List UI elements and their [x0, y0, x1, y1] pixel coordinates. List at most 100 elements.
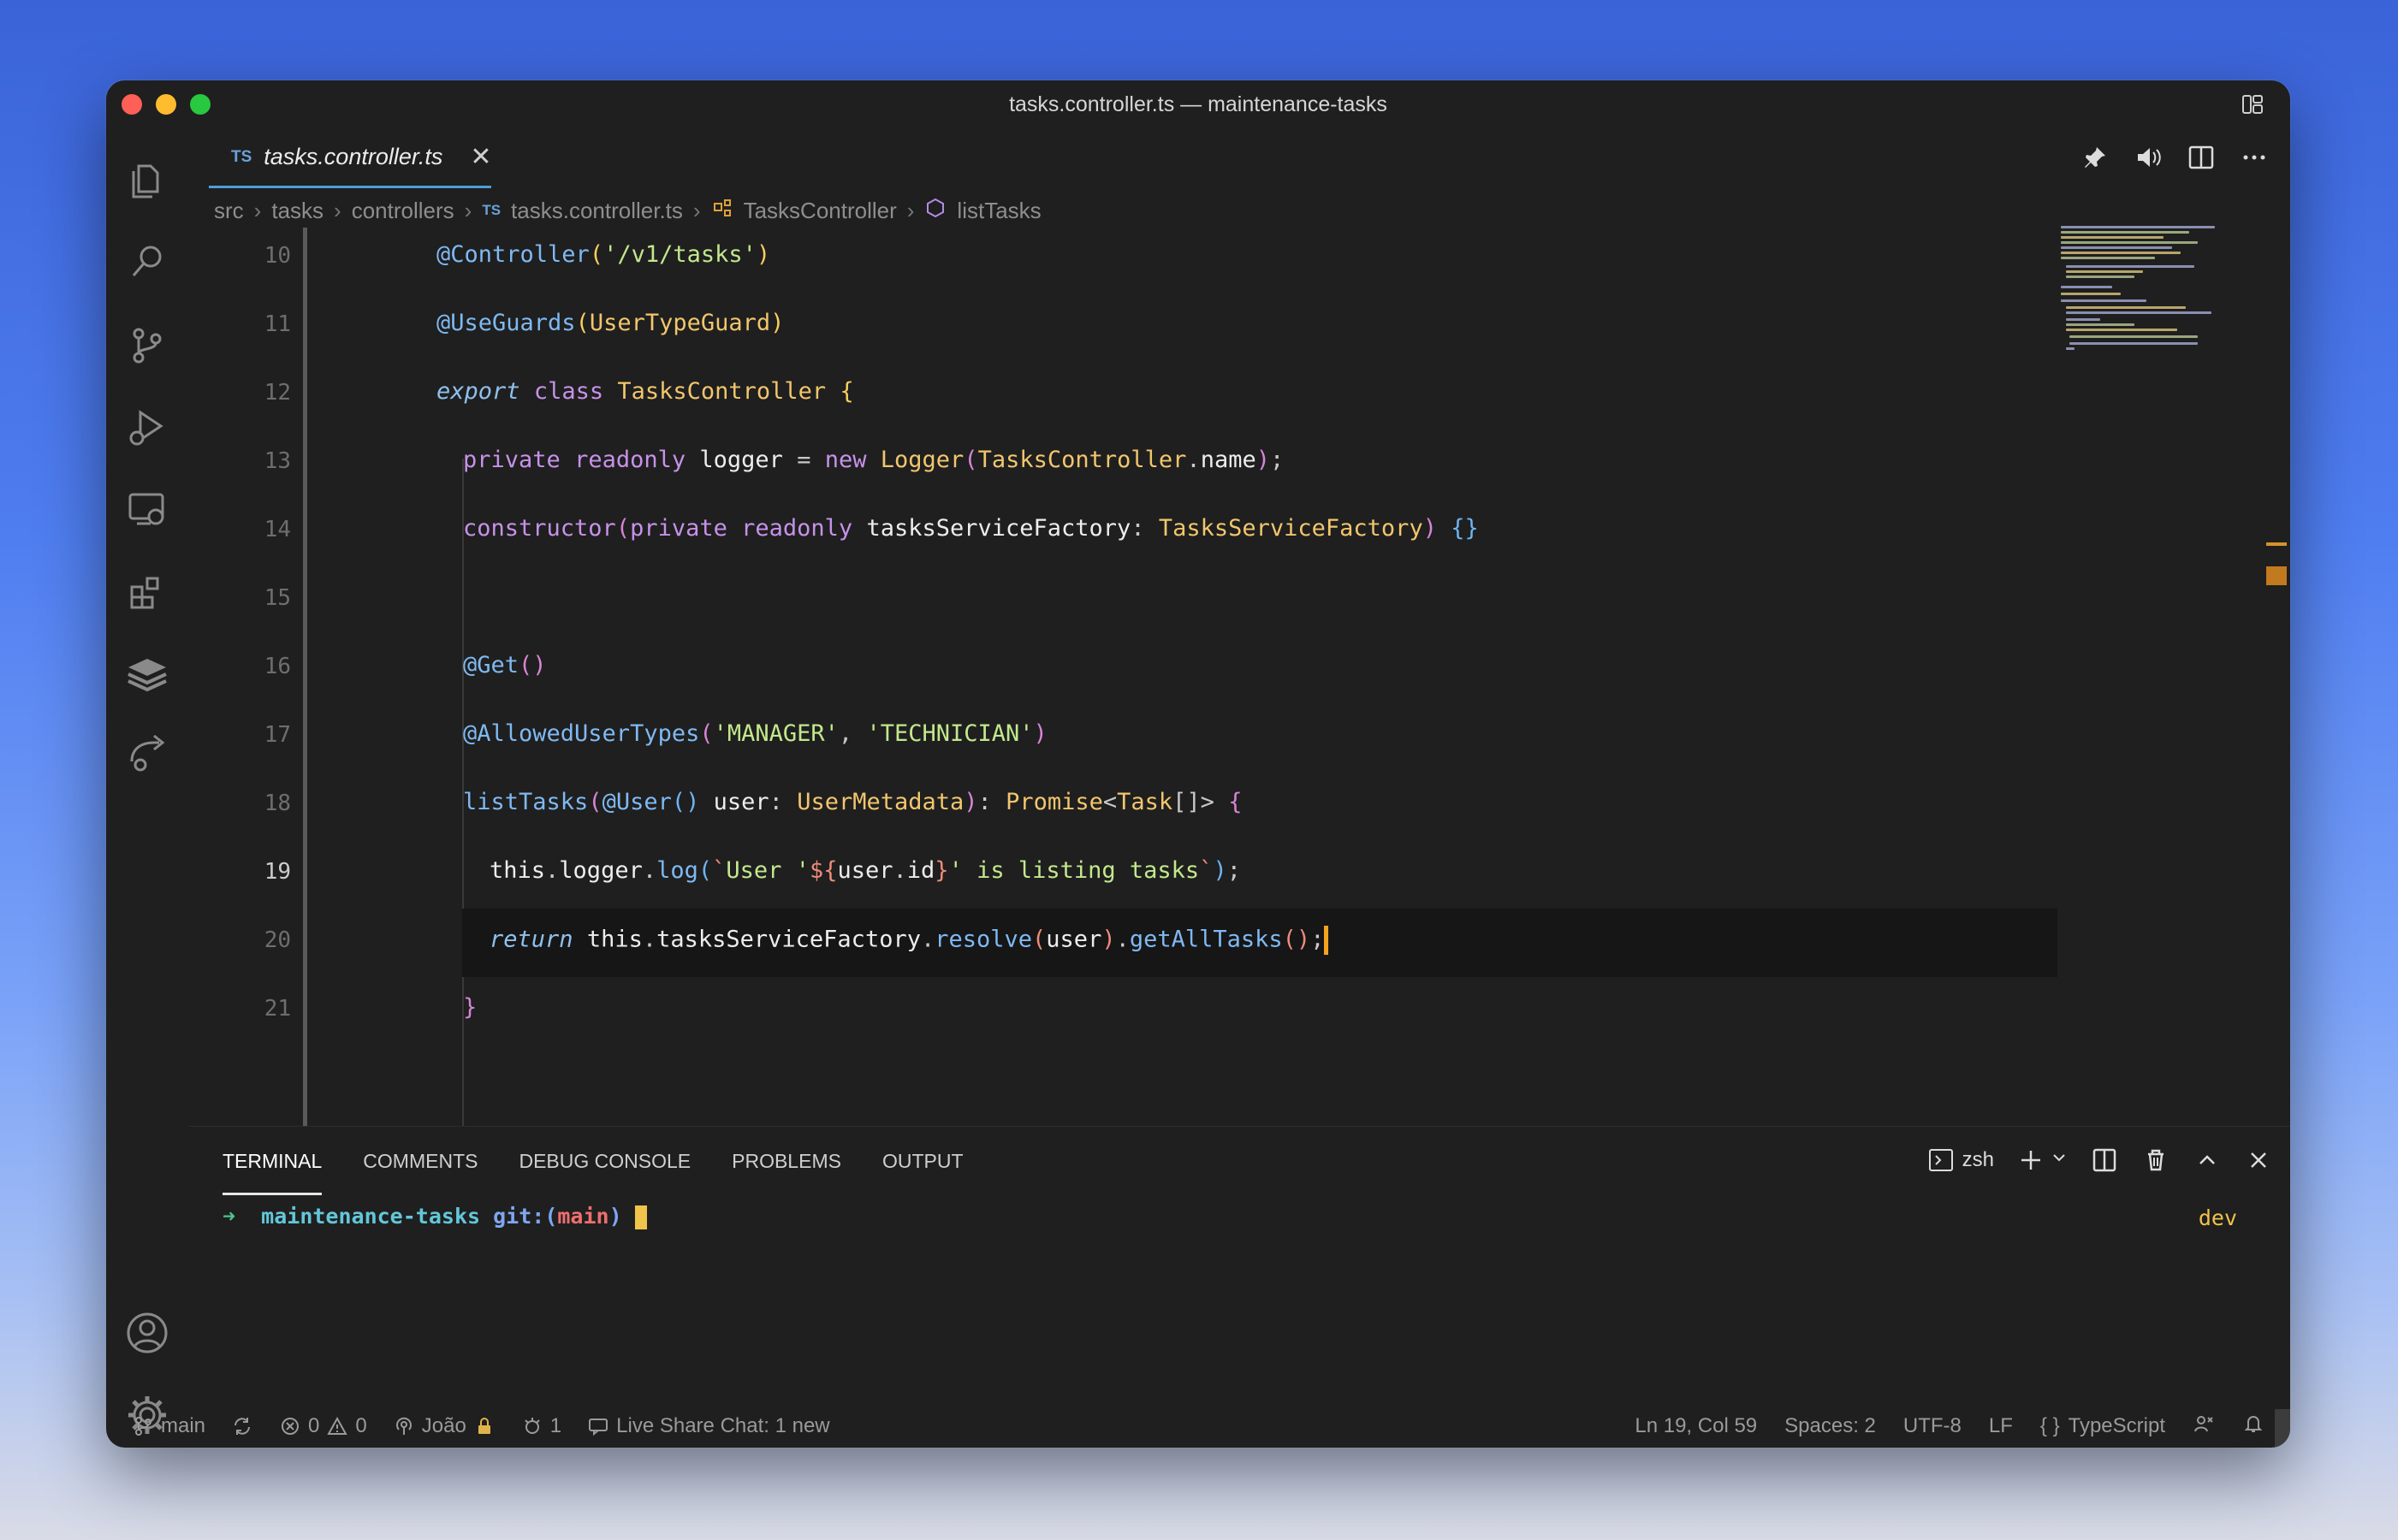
customize-layout-icon[interactable]: [2241, 92, 2264, 116]
status-right: Ln 19, Col 59 Spaces: 2 UTF-8 LF { } Typ…: [1635, 1405, 2264, 1448]
status-branch[interactable]: main: [132, 1414, 205, 1438]
branch-name: main: [161, 1414, 206, 1437]
braces-icon: { }: [2039, 1414, 2060, 1437]
close-icon[interactable]: [2244, 1146, 2273, 1175]
typescript-file-icon: TS: [482, 202, 502, 218]
minimap[interactable]: [2061, 224, 2280, 429]
tab-problems[interactable]: PROBLEMS: [732, 1127, 841, 1195]
prompt-branch: main: [557, 1204, 609, 1229]
title-bar: tasks.controller.ts — maintenance-tasks: [106, 80, 2290, 128]
language-mode[interactable]: { } TypeScript: [2040, 1414, 2165, 1438]
minimize-window-button[interactable]: [156, 94, 176, 115]
pin-icon[interactable]: [2080, 142, 2110, 173]
terminal-shell-selector[interactable]: zsh: [1926, 1146, 1994, 1175]
cursor-position[interactable]: Ln 19, Col 59: [1635, 1414, 1757, 1438]
code-text: @Get(): [463, 652, 547, 678]
line-number: 16: [264, 654, 291, 679]
breadcrumb-item-class[interactable]: TasksController: [744, 198, 897, 224]
chevron-right-icon: ›: [334, 197, 341, 223]
code-line: 11 @UseGuards(UserTypeGuard): [188, 291, 2057, 359]
tab-terminal[interactable]: TERMINAL: [223, 1127, 323, 1195]
plus-icon: [2016, 1146, 2045, 1175]
code-text: @Controller('/v1/tasks'): [436, 241, 771, 268]
typescript-file-icon: TS: [231, 147, 252, 166]
prompt-arrow: ➜: [223, 1204, 236, 1229]
code-text: return this.tasksServiceFactory.resolve(…: [490, 926, 1329, 955]
window-title: tasks.controller.ts — maintenance-tasks: [1009, 92, 1387, 116]
line-number: 11: [264, 311, 291, 337]
breadcrumb-item-src[interactable]: src: [214, 198, 244, 224]
chevron-up-icon[interactable]: [2193, 1146, 2222, 1175]
feedback-icon[interactable]: [2193, 1413, 2215, 1441]
code-line: 20 return this.tasksServiceFactory.resol…: [188, 907, 2057, 975]
method-symbol-icon: [924, 197, 947, 225]
remote-explorer-icon[interactable]: [125, 488, 169, 532]
indentation[interactable]: Spaces: 2: [1784, 1414, 1876, 1438]
run-debug-icon[interactable]: [125, 406, 169, 450]
code-line: 12 export class TasksController {: [188, 359, 2057, 428]
zoom-window-button[interactable]: [190, 94, 211, 115]
new-terminal-button[interactable]: [2016, 1146, 2068, 1175]
end-of-line[interactable]: LF: [1989, 1414, 2013, 1438]
status-live-share-chat[interactable]: Live Share Chat: 1 new: [587, 1414, 830, 1438]
bell-icon[interactable]: [2242, 1413, 2264, 1441]
tab-comments[interactable]: COMMENTS: [363, 1127, 478, 1195]
code-text: constructor(private readonly tasksServic…: [463, 515, 1479, 542]
tab-debug-console[interactable]: DEBUG CONSOLE: [519, 1127, 691, 1195]
terminal-cursor: [634, 1205, 647, 1229]
split-editor-icon[interactable]: [2186, 142, 2217, 173]
broadcast-icon: [395, 1417, 412, 1435]
line-number: 15: [264, 585, 291, 611]
search-icon[interactable]: [125, 240, 169, 284]
breadcrumb-item-method[interactable]: listTasks: [957, 198, 1041, 224]
code-editor[interactable]: 10 @Controller('/v1/tasks') 11 @UseGuard…: [188, 228, 2057, 1126]
line-number: 12: [264, 380, 291, 406]
sync-icon: [234, 1418, 251, 1435]
bottom-panel: TERMINAL COMMENTS DEBUG CONSOLE PROBLEMS…: [188, 1126, 2290, 1448]
status-bar: main 0 0 João 1 Live Share Chat: 1 new L…: [106, 1405, 2290, 1448]
encoding[interactable]: UTF-8: [1903, 1414, 1962, 1438]
code-text: listTasks(@User() user: UserMetadata): P…: [463, 789, 1243, 815]
line-number: 18: [264, 791, 291, 816]
ports-icon: [525, 1418, 540, 1434]
lock-icon: [478, 1418, 490, 1434]
split-terminal-icon[interactable]: [2090, 1146, 2119, 1175]
breadcrumb-item-tasks[interactable]: tasks: [271, 198, 323, 224]
account-icon[interactable]: [125, 1311, 169, 1355]
audio-cue-icon[interactable]: [2133, 142, 2164, 173]
layers-icon[interactable]: [125, 652, 169, 696]
more-actions-icon[interactable]: [2239, 142, 2270, 173]
scrollbar-marker: [2266, 542, 2287, 546]
explorer-icon[interactable]: [125, 159, 169, 204]
breadcrumb-item-controllers[interactable]: controllers: [352, 198, 454, 224]
breadcrumb-item-file[interactable]: tasks.controller.ts: [511, 198, 683, 224]
prompt-git-label: git:(: [493, 1204, 558, 1229]
traffic-lights: [122, 94, 211, 115]
vscode-window: tasks.controller.ts — maintenance-tasks: [106, 80, 2290, 1448]
live-share-icon[interactable]: [125, 732, 169, 777]
chevron-down-icon[interactable]: [2051, 1148, 2068, 1172]
status-live-share-user[interactable]: João: [393, 1414, 496, 1438]
line-number: 19: [264, 859, 291, 885]
text-cursor: [1324, 926, 1329, 955]
code-text: @AllowedUserTypes('MANAGER', 'TECHNICIAN…: [463, 720, 1048, 747]
line-number: 14: [264, 517, 291, 542]
status-ports[interactable]: 1: [521, 1414, 561, 1438]
terminal-prompt[interactable]: ➜ maintenance-tasks git:(main): [223, 1204, 647, 1229]
extensions-icon[interactable]: [125, 570, 169, 614]
trash-icon[interactable]: [2141, 1146, 2170, 1175]
line-number: 10: [264, 243, 291, 269]
git-branch-icon: [135, 1417, 151, 1436]
status-problems[interactable]: 0 0: [279, 1414, 367, 1438]
close-tab-icon[interactable]: ✕: [470, 142, 491, 172]
chevron-right-icon: ›: [253, 197, 262, 223]
status-sync[interactable]: [231, 1415, 253, 1437]
editor-tabs: TS tasks.controller.ts ✕: [188, 128, 2290, 188]
close-window-button[interactable]: [122, 94, 142, 115]
tab-output[interactable]: OUTPUT: [882, 1127, 964, 1195]
code-line: 19 this.logger.log(`User '${user.id}' is…: [188, 838, 2057, 907]
prompt-directory: maintenance-tasks: [261, 1204, 481, 1229]
source-control-icon[interactable]: [125, 323, 169, 368]
terminal-right-prompt: dev: [2198, 1205, 2237, 1230]
tab-tasks-controller[interactable]: TS tasks.controller.ts ✕: [209, 128, 492, 188]
